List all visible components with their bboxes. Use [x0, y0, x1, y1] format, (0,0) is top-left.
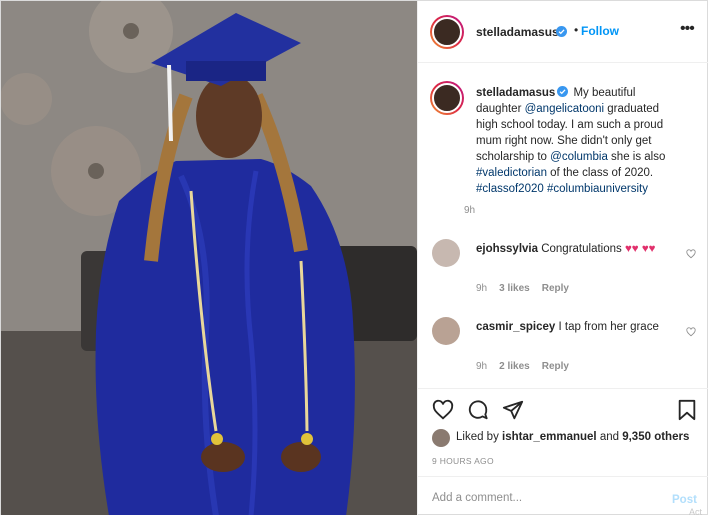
verified-badge-icon [556, 26, 567, 37]
small-heart-icon[interactable] [686, 249, 696, 259]
separator-dot: • [574, 23, 579, 37]
comment-meta: 9h 3 likes Reply [476, 283, 581, 294]
more-options-icon[interactable]: ••• [680, 21, 695, 37]
liker-username[interactable]: ishtar_emmanuel [502, 431, 597, 443]
add-comment-input[interactable] [432, 489, 652, 507]
likes-middle: and [596, 431, 623, 443]
comment-icon[interactable] [467, 399, 489, 421]
comment-text: ejohssylvia Congratulations ♥♥ ♥♥ [476, 241, 666, 257]
post-photo[interactable] [1, 1, 417, 515]
action-bar [418, 389, 708, 429]
likes-text: Liked by ishtar_emmanuel and 9,350 other… [456, 431, 689, 443]
comment-username[interactable]: ejohssylvia [476, 243, 538, 255]
author-username[interactable]: stelladamasus [476, 25, 559, 39]
share-icon[interactable] [502, 399, 524, 421]
caption-username[interactable]: stelladamasus [476, 87, 555, 99]
caption-text-4: of the class of 2020. [546, 167, 654, 179]
post-header: stelladamasus • Follow ••• [418, 1, 708, 63]
hashtag-classof2020[interactable]: #classof2020 [476, 183, 544, 195]
comment-body: Congratulations [538, 243, 625, 255]
graduate-photo-illustration [1, 1, 417, 515]
mention-angelicatooni[interactable]: @angelicatooni [525, 103, 604, 115]
comment-meta: 9h 2 likes Reply [476, 361, 581, 372]
caption-time[interactable]: 9h [464, 205, 475, 216]
hashtag-columbiauniversity[interactable]: #columbiauniversity [547, 183, 648, 195]
comment-username[interactable]: casmir_spicey [476, 321, 555, 333]
likes-prefix: Liked by [456, 431, 503, 443]
add-comment-bar: Post Act [418, 476, 708, 515]
comment-avatar[interactable] [432, 317, 460, 345]
liker-avatar[interactable] [432, 429, 450, 447]
reply-button[interactable]: Reply [542, 361, 569, 372]
comment-time[interactable]: 9h [476, 283, 487, 294]
caption-text: stelladamasus My beautiful daughter @ang… [476, 85, 682, 197]
instagram-post: stelladamasus • Follow ••• stelladamasus… [0, 0, 708, 515]
author-avatar[interactable] [430, 15, 464, 49]
reply-button[interactable]: Reply [542, 283, 569, 294]
comment-text: casmir_spicey I tap from her grace [476, 319, 666, 335]
heart-emoji: ♥♥ ♥♥ [624, 243, 656, 255]
comment-avatar[interactable] [432, 239, 460, 267]
heart-icon[interactable] [432, 399, 454, 421]
post-timestamp[interactable]: 9 HOURS AGO [432, 456, 494, 466]
post-sidebar: stelladamasus • Follow ••• stelladamasus… [417, 1, 708, 515]
hashtag-valedictorian[interactable]: #valedictorian [476, 167, 547, 179]
mention-columbia[interactable]: @columbia [550, 151, 608, 163]
watermark-text: Act [689, 507, 703, 515]
comments-list[interactable]: stelladamasus My beautiful daughter @ang… [418, 63, 708, 389]
bookmark-icon[interactable] [676, 399, 698, 421]
follow-button[interactable]: Follow [581, 24, 619, 38]
post-comment-button[interactable]: Post [672, 494, 697, 506]
caption-text-3: she is also [607, 151, 666, 163]
caption-avatar[interactable] [430, 81, 464, 115]
comment-body: I tap from her grace [555, 321, 659, 333]
small-heart-icon[interactable] [686, 327, 696, 337]
verified-badge-icon [557, 86, 569, 97]
likes-count[interactable]: 9,350 others [622, 431, 689, 443]
comment-likes[interactable]: 2 likes [499, 361, 530, 372]
comment-time[interactable]: 9h [476, 361, 487, 372]
likes-summary: Liked by ishtar_emmanuel and 9,350 other… [432, 429, 702, 449]
comment-likes[interactable]: 3 likes [499, 283, 530, 294]
